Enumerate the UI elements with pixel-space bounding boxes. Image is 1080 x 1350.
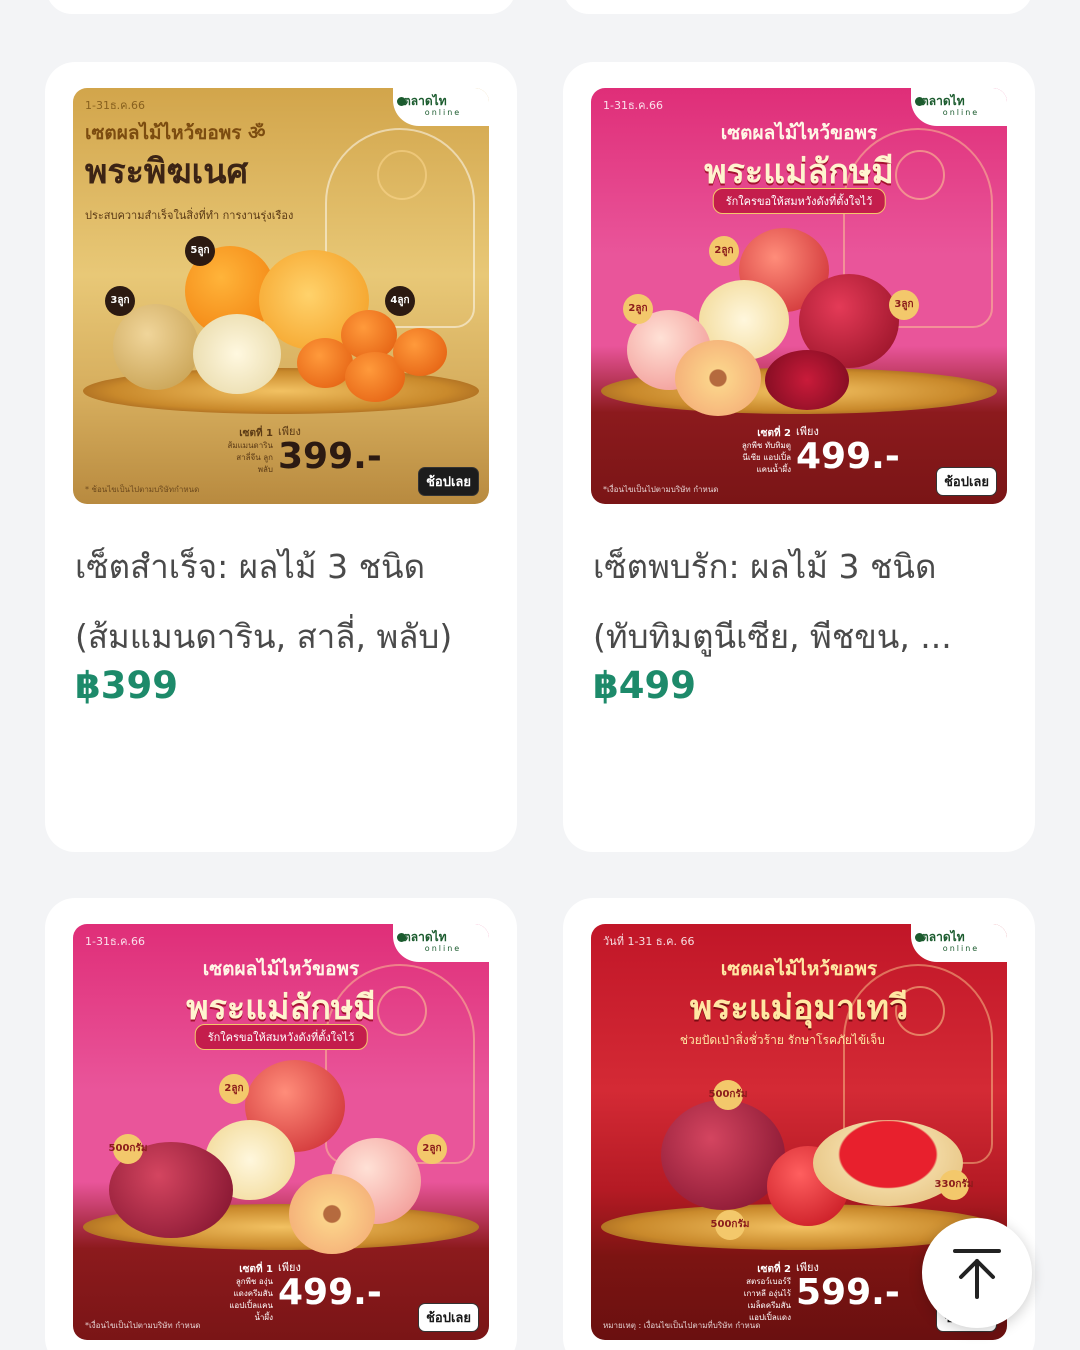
banner-price: 599.- — [796, 1272, 900, 1313]
pear-fruit — [113, 304, 199, 390]
product-banner-image: 1-31ธ.ค.66 ตลาดไท online เซตผลไม้ไหว้ขอพ… — [591, 88, 1007, 504]
banner-note: * ช้อนไขเป็นไปตามบริษัทกำหนด — [85, 485, 200, 494]
product-card[interactable]: 1-31ธ.ค.66 ตลาดไท online เซตผลไม้ไหว้ขอพ… — [45, 898, 517, 1350]
banner-tagline: รักใครขอให้สมหวังดังที่ตั้งใจไว้ — [194, 1024, 368, 1050]
product-banner-image: 1-31ธ.ค.66 ตลาดไท online เซตผลไม้ไหว้ขอพ… — [73, 924, 489, 1340]
banner-shop-now-button[interactable]: ช้อปเลย — [418, 1303, 479, 1332]
grape-bunch — [661, 1100, 785, 1210]
banner-note: *เงื่อนไขเป็นไปตามบริษัท กำหนด — [85, 1321, 201, 1330]
banner-note: หมายเหตุ : เงื่อนไขเป็นไปตามที่บริษัท กำ… — [603, 1321, 761, 1330]
quantity-badge: 5 ลูก — [185, 236, 215, 266]
quantity-badge: 2 ลูก — [219, 1074, 249, 1104]
product-price: ฿499 — [593, 664, 696, 707]
product-name[interactable]: เซ็ตพบรัก: ผลไม้ 3 ชนิด (ทับทิมตูนีเซีย,… — [593, 532, 1013, 672]
banner-title: พระพิฆเนศ — [85, 152, 249, 192]
product-banner-image: 1-31ธ.ค.66 ตลาดไท online เซตผลไม้ไหว้ขอพ… — [73, 88, 489, 504]
logo-leaf-icon — [397, 933, 406, 942]
banner-set-info: เซตที่ 1 ส้มแมนดาริน สาลี่จีน ลูกพลับ — [227, 428, 273, 474]
product-price: ฿399 — [75, 664, 178, 707]
banner-tagline: รักใครขอให้สมหวังดังที่ตั้งใจไว้ — [712, 188, 886, 214]
pomegranate-seeds — [765, 350, 849, 410]
quantity-badge: 2 ลูก — [417, 1134, 447, 1164]
banner-tagline: ช่วยปัดเป่าสิ่งชั่วร้าย รักษาโรคภัยไข้เจ… — [679, 1033, 885, 1047]
persimmon-fruit — [393, 328, 447, 376]
banner-date: 1-31ธ.ค.66 — [603, 99, 664, 112]
quantity-badge: 2 ลูก — [709, 236, 739, 266]
banner-title: พระแม่อุมาเทวี — [689, 988, 909, 1028]
previous-card-bottom — [563, 0, 1033, 14]
logo-leaf-icon — [915, 933, 924, 942]
banner-date: วันที่ 1-31 ธ.ค. 66 — [603, 935, 695, 948]
banner-set-info: เซตที่ 2 สตรอว์เบอร์รีเกาหลี องุ่นไร้เมล็… — [743, 1264, 791, 1322]
product-card[interactable]: 1-31ธ.ค.66 ตลาดไท online เซตผลไม้ไหว้ขอพ… — [45, 62, 517, 852]
quantity-badge: 2 ลูก — [623, 294, 653, 324]
peach-half — [289, 1174, 375, 1254]
banner-set-info: เซตที่ 2 ลูกพีช ทับทิมตูนีเซีย แอปเปิ้ลแค… — [741, 428, 791, 474]
product-name[interactable]: เซ็ตสำเร็จ: ผลไม้ 3 ชนิด (ส้มแมนดาริน, ส… — [75, 532, 495, 672]
quantity-badge: 330 กรัม — [935, 1170, 973, 1200]
banner-shop-now-button[interactable]: ช้อปเลย — [418, 467, 479, 496]
quantity-badge: 500 กรัม — [711, 1210, 749, 1240]
banner-date: 1-31ธ.ค.66 — [85, 99, 146, 112]
quantity-badge: 3 ลูก — [889, 290, 919, 320]
product-card[interactable]: 1-31ธ.ค.66 ตลาดไท online เซตผลไม้ไหว้ขอพ… — [563, 62, 1035, 852]
previous-card-bottom — [46, 0, 516, 14]
banner-date: 1-31ธ.ค.66 — [85, 935, 146, 948]
quantity-badge: 500 กรัม — [109, 1134, 147, 1164]
banner-set-info: เซตที่ 1 ลูกพีช องุ่นแดงครีมสัน แอปเปิ้ลแ… — [229, 1264, 273, 1322]
apple-slice — [193, 314, 281, 394]
quantity-badge: 3 ลูก — [105, 286, 135, 316]
banner-price: 499.- — [796, 436, 900, 477]
banner-price: 399.- — [278, 436, 382, 477]
scroll-to-top-button[interactable] — [922, 1218, 1032, 1328]
quantity-badge: 500 กรัม — [709, 1080, 747, 1110]
banner-shop-now-button[interactable]: ช้อปเลย — [936, 467, 997, 496]
peach-half — [675, 340, 761, 416]
banner-note: *เงื่อนไขเป็นไปตามบริษัท กำหนด — [603, 485, 719, 494]
logo-leaf-icon — [915, 97, 924, 106]
banner-tagline: ประสบความสำเร็จในสิ่งที่ทำ การงานรุ่งเรื… — [85, 209, 294, 222]
banner-price: 499.- — [278, 1272, 382, 1313]
quantity-badge: 4 ลูก — [385, 286, 415, 316]
logo-leaf-icon — [397, 97, 406, 106]
arrow-up-to-top-icon — [953, 1249, 1001, 1299]
